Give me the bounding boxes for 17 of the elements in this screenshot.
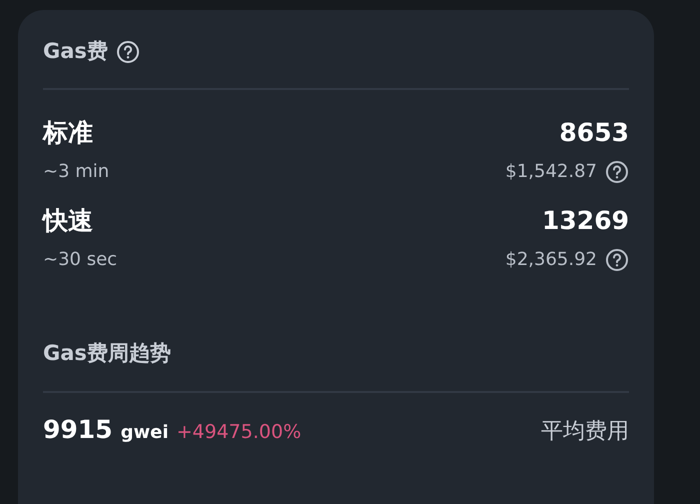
speed-name: 标准 — [43, 116, 93, 148]
help-icon[interactable] — [605, 248, 629, 272]
average-gas-value: 9915 — [43, 414, 113, 446]
estimated-time: ~3 min — [43, 160, 110, 184]
average-fee-label: 平均费用 — [541, 418, 629, 446]
change-percentage: +49475.00% — [176, 420, 302, 445]
help-icon[interactable] — [116, 40, 140, 64]
gas-amount: 13269 — [542, 204, 629, 236]
unit-label: gwei — [120, 421, 168, 445]
help-icon[interactable] — [605, 160, 629, 184]
fee-usd: $1,542.87 — [505, 160, 597, 184]
fee-usd: $2,365.92 — [505, 248, 597, 272]
gas-amount: 8653 — [559, 116, 629, 148]
section-title: Gas费周趋势 — [43, 340, 172, 366]
card-title: Gas费 — [43, 38, 108, 65]
estimated-time: ~30 sec — [43, 248, 118, 272]
speed-name: 快速 — [43, 204, 93, 236]
